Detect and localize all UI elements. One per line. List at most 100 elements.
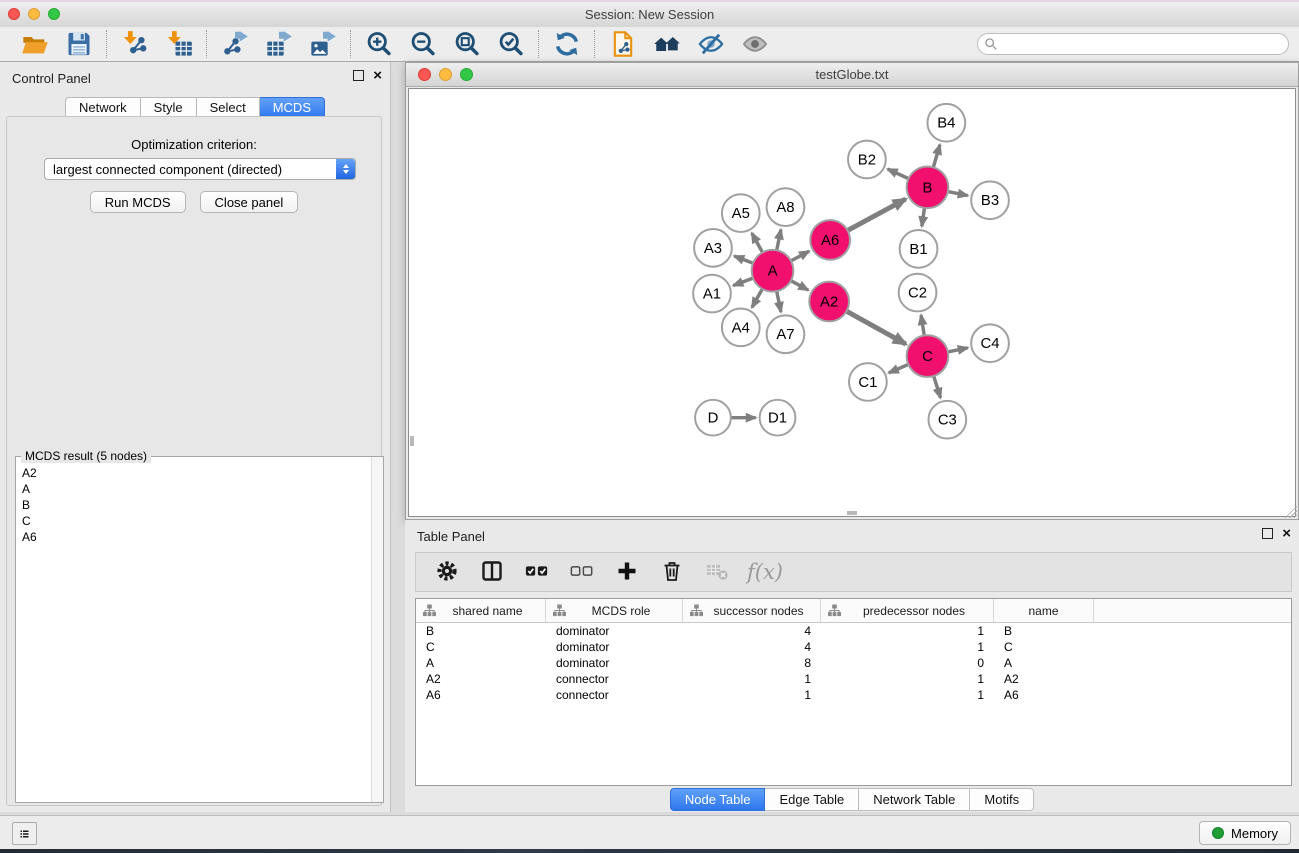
table-row[interactable]: A2connector11A2 (416, 671, 1291, 687)
edge-A-A5[interactable] (752, 233, 763, 252)
zoom-selected-button[interactable] (493, 29, 529, 59)
edge-C-C4[interactable] (948, 348, 968, 352)
node-C[interactable]: C (907, 335, 949, 377)
column-header-name[interactable]: name (994, 599, 1094, 622)
run-mcds-button[interactable]: Run MCDS (90, 191, 186, 213)
memory-label: Memory (1231, 826, 1278, 841)
node-B1[interactable]: B1 (900, 230, 938, 268)
edge-C-C1[interactable] (889, 364, 908, 372)
export-network-button[interactable] (217, 29, 253, 59)
memory-button[interactable]: Memory (1199, 821, 1291, 845)
import-network-button[interactable] (117, 29, 153, 59)
node-D1[interactable]: D1 (760, 400, 796, 436)
mcds-result-item[interactable]: A6 (22, 529, 383, 545)
close-panel-icon[interactable]: × (373, 70, 382, 81)
node-C3[interactable]: C3 (928, 401, 966, 439)
import-table-button[interactable] (161, 29, 197, 59)
edge-B-B1[interactable] (922, 208, 925, 226)
table-row[interactable]: Cdominator41C (416, 639, 1291, 655)
close-panel-button[interactable]: Close panel (200, 191, 299, 213)
new-network-from-selection-button[interactable] (605, 29, 641, 59)
tab-network-table[interactable]: Network Table (859, 788, 970, 811)
node-D[interactable]: D (695, 400, 731, 436)
float-table-panel-icon[interactable] (1262, 528, 1273, 539)
edge-A-A2[interactable] (791, 281, 808, 290)
node-C1[interactable]: C1 (849, 363, 887, 401)
show-all-button[interactable] (737, 29, 773, 59)
table-row[interactable]: Bdominator41B (416, 623, 1291, 639)
table-toolbar: f(x) (415, 552, 1292, 592)
column-header-shared-name[interactable]: shared name (416, 599, 546, 622)
task-history-button[interactable] (12, 822, 37, 845)
edge-C-C2[interactable] (921, 315, 924, 335)
mcds-result-item[interactable]: A2 (22, 465, 383, 481)
first-neighbors-button[interactable] (649, 29, 685, 59)
node-A1[interactable]: A1 (693, 275, 731, 313)
cell-predecessor-nodes: 1 (821, 624, 994, 638)
table-row[interactable]: A6connector11A6 (416, 687, 1291, 703)
column-header-predecessor-nodes[interactable]: predecessor nodes (821, 599, 994, 622)
search-input[interactable] (977, 33, 1289, 55)
network-canvas[interactable]: B4 B2 B B3 B1 A5A8 A3 A6 A A1 A2 A4A7 C2 C C4 C1 C3 D D1 (408, 88, 1296, 517)
export-image-button[interactable] (305, 29, 341, 59)
node-A7[interactable]: A7 (767, 315, 805, 353)
optimization-criterion-dropdown[interactable]: largest connected component (directed) (44, 158, 356, 180)
select-all-button[interactable] (522, 558, 552, 586)
export-table-button[interactable] (261, 29, 297, 59)
edge-A-A3[interactable] (734, 256, 753, 263)
mcds-result-item[interactable]: A (22, 481, 383, 497)
network-graph[interactable]: B4 B2 B B3 B1 A5A8 A3 A6 A A1 A2 A4A7 C2 C C4 C1 C3 D D1 (409, 89, 1295, 516)
edge-C-C3[interactable] (934, 376, 941, 398)
edge-A2-C[interactable] (847, 311, 906, 344)
edge-A-A4[interactable] (752, 289, 762, 308)
network-vscroll-thumb[interactable] (410, 436, 414, 446)
node-A5[interactable]: A5 (722, 194, 760, 232)
svg-text:A2: A2 (820, 294, 838, 310)
node-A2[interactable]: A2 (809, 282, 849, 322)
node-B[interactable]: B (907, 166, 949, 208)
zoom-in-button[interactable] (361, 29, 397, 59)
float-panel-icon[interactable] (353, 70, 364, 81)
mcds-result-scrollbar[interactable] (371, 457, 383, 802)
edge-A-A7[interactable] (777, 291, 781, 312)
column-header-MCDS-role[interactable]: MCDS role (546, 599, 683, 622)
add-column-button[interactable] (612, 558, 642, 586)
node-C2[interactable]: C2 (899, 274, 937, 312)
node-C4[interactable]: C4 (971, 324, 1009, 362)
node-B4[interactable]: B4 (927, 104, 965, 142)
svg-text:A6: A6 (821, 233, 839, 249)
delete-column-button[interactable] (657, 558, 687, 586)
tab-motifs[interactable]: Motifs (970, 788, 1034, 811)
tab-node-table[interactable]: Node Table (670, 788, 766, 811)
edge-A-A6[interactable] (791, 251, 809, 261)
edge-A-A1[interactable] (733, 278, 753, 285)
network-hscroll-thumb[interactable] (847, 511, 857, 515)
save-session-button[interactable] (61, 29, 97, 59)
mcds-result-item[interactable]: C (22, 513, 383, 529)
edge-B-B3[interactable] (948, 192, 968, 196)
split-panel-button[interactable] (477, 558, 507, 586)
hide-selected-button[interactable] (693, 29, 729, 59)
node-A4[interactable]: A4 (722, 308, 760, 346)
column-header-successor-nodes[interactable]: successor nodes (683, 599, 821, 622)
settings-button[interactable] (432, 558, 462, 586)
node-B3[interactable]: B3 (971, 181, 1009, 219)
node-A8[interactable]: A8 (767, 188, 805, 226)
node-A6[interactable]: A6 (810, 220, 850, 260)
open-file-button[interactable] (17, 29, 53, 59)
close-table-panel-icon[interactable]: × (1282, 528, 1291, 539)
tab-edge-table[interactable]: Edge Table (765, 788, 859, 811)
refresh-button[interactable] (549, 29, 585, 59)
deselect-all-button[interactable] (567, 558, 597, 586)
table-row[interactable]: Adominator80A (416, 655, 1291, 671)
edge-A6-B[interactable] (848, 199, 906, 230)
edge-B-B4[interactable] (933, 145, 940, 168)
node-A[interactable]: A (752, 250, 794, 292)
zoom-fit-button[interactable] (449, 29, 485, 59)
edge-B-B2[interactable] (888, 169, 909, 179)
mcds-result-item[interactable]: B (22, 497, 383, 513)
edge-A-A8[interactable] (777, 230, 781, 251)
node-A3[interactable]: A3 (694, 229, 732, 267)
zoom-out-button[interactable] (405, 29, 441, 59)
node-B2[interactable]: B2 (848, 141, 886, 179)
